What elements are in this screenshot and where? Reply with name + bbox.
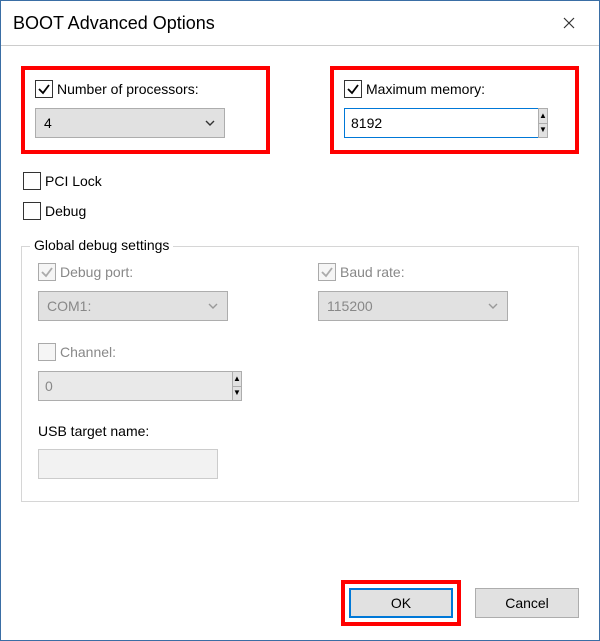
- processors-value: 4: [44, 115, 52, 131]
- pci-lock-label: PCI Lock: [45, 173, 102, 189]
- check-icon: [320, 265, 334, 279]
- debug-port-check-row: Debug port:: [38, 263, 258, 281]
- memory-spinner-buttons: ▲ ▼: [538, 108, 548, 138]
- usb-target-group: USB target name:: [38, 423, 562, 479]
- debug-row: Debug: [23, 202, 579, 220]
- baud-rate-select: 115200: [318, 291, 508, 321]
- chevron-down-icon: [204, 117, 216, 129]
- processors-checkbox[interactable]: [35, 80, 53, 98]
- memory-spinner: ▲ ▼: [344, 108, 534, 138]
- extra-options: PCI Lock Debug: [21, 172, 579, 220]
- usb-target-input: [38, 449, 218, 479]
- cancel-button[interactable]: Cancel: [475, 588, 579, 618]
- close-button[interactable]: [549, 9, 589, 37]
- chevron-down-icon: [207, 300, 219, 312]
- ok-button[interactable]: OK: [349, 588, 453, 618]
- baud-rate-checkbox: [318, 263, 336, 281]
- channel-spinner: ▲ ▼: [38, 371, 238, 401]
- pci-lock-row: PCI Lock: [23, 172, 579, 190]
- baud-rate-check-row: Baud rate:: [318, 263, 538, 281]
- channel-step-down: ▼: [233, 387, 241, 401]
- memory-step-down[interactable]: ▼: [539, 124, 547, 138]
- global-debug-legend: Global debug settings: [30, 237, 173, 253]
- global-debug-fieldset: Global debug settings Debug port: COM1:: [21, 246, 579, 502]
- channel-label: Channel:: [60, 344, 116, 360]
- baud-rate-value: 115200: [327, 298, 373, 314]
- check-icon: [346, 82, 360, 96]
- debug-port-value: COM1:: [47, 298, 91, 314]
- ok-highlight: OK: [341, 580, 461, 626]
- check-icon: [37, 82, 51, 96]
- debug-port-label: Debug port:: [60, 264, 133, 280]
- usb-target-label: USB target name:: [38, 423, 562, 439]
- channel-input: [38, 371, 232, 401]
- channel-spinner-buttons: ▲ ▼: [232, 371, 242, 401]
- processors-select[interactable]: 4: [35, 108, 225, 138]
- debug-label: Debug: [45, 203, 86, 219]
- debug-port-baud-row: Debug port: COM1: Baud rate:: [38, 263, 562, 321]
- check-icon: [40, 265, 54, 279]
- dialog-content: Number of processors: 4 Maximum memory:: [1, 46, 599, 502]
- memory-checkbox[interactable]: [344, 80, 362, 98]
- memory-step-up[interactable]: ▲: [539, 109, 547, 124]
- channel-col: Channel: ▲ ▼: [38, 343, 258, 401]
- cancel-button-label: Cancel: [505, 595, 549, 611]
- ok-button-label: OK: [391, 595, 411, 611]
- debug-checkbox[interactable]: [23, 202, 41, 220]
- processors-checkbox-row: Number of processors:: [35, 80, 256, 98]
- memory-checkbox-row: Maximum memory:: [344, 80, 565, 98]
- window-title: BOOT Advanced Options: [13, 13, 215, 34]
- button-row: OK Cancel: [341, 580, 579, 626]
- debug-port-checkbox: [38, 263, 56, 281]
- processors-highlight: Number of processors: 4: [21, 66, 270, 154]
- close-icon: [563, 17, 575, 29]
- memory-highlight: Maximum memory: ▲ ▼: [330, 66, 579, 154]
- channel-check-row: Channel:: [38, 343, 258, 361]
- debug-port-col: Debug port: COM1:: [38, 263, 258, 321]
- top-row: Number of processors: 4 Maximum memory:: [21, 66, 579, 154]
- titlebar: BOOT Advanced Options: [1, 1, 599, 46]
- baud-rate-label: Baud rate:: [340, 264, 405, 280]
- processors-label: Number of processors:: [57, 81, 199, 97]
- memory-label: Maximum memory:: [366, 81, 485, 97]
- debug-port-select: COM1:: [38, 291, 228, 321]
- channel-checkbox: [38, 343, 56, 361]
- dialog-window: BOOT Advanced Options Number of processo…: [0, 0, 600, 641]
- baud-rate-col: Baud rate: 115200: [318, 263, 538, 321]
- memory-input[interactable]: [344, 108, 538, 138]
- channel-step-up: ▲: [233, 372, 241, 387]
- chevron-down-icon: [487, 300, 499, 312]
- pci-lock-checkbox[interactable]: [23, 172, 41, 190]
